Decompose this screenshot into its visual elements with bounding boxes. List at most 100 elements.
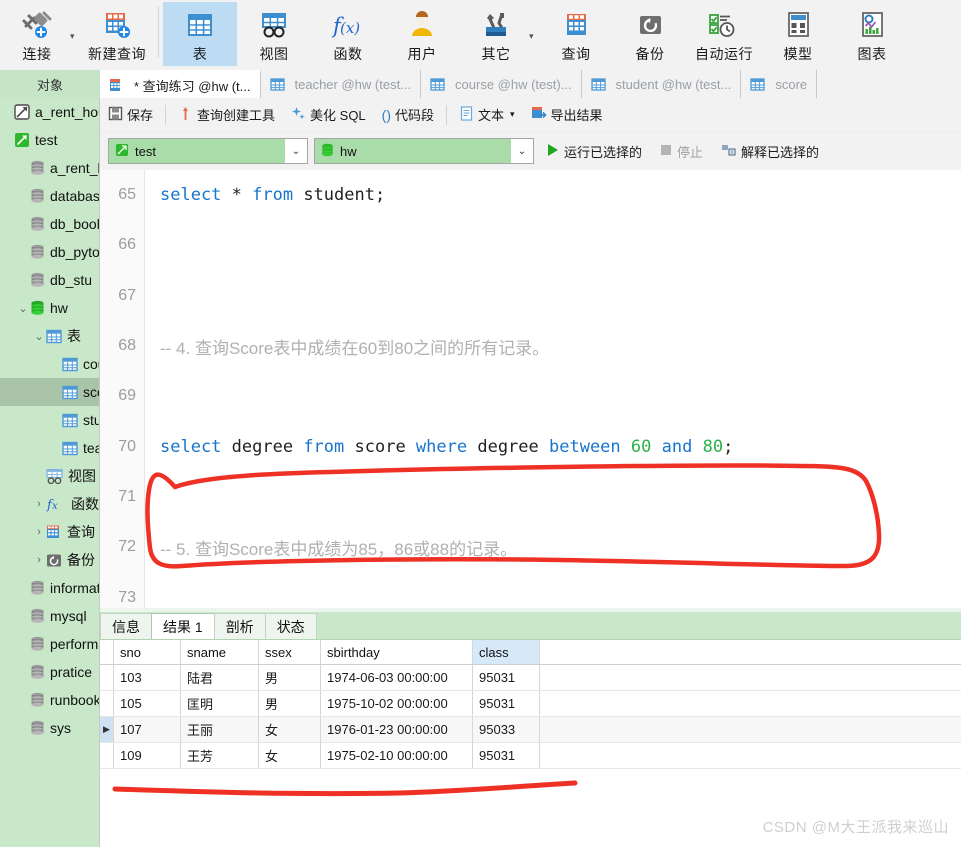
code-line-text[interactable]: select * from student; <box>144 185 385 205</box>
explain-selected-button[interactable]: 解释已选择的 <box>715 142 825 161</box>
table-cell[interactable]: 109 <box>114 743 181 768</box>
tree-item-db_pyto[interactable]: db_pyto <box>0 238 100 266</box>
chevron-right-icon[interactable]: › <box>32 526 46 538</box>
sql-code-editor[interactable]: 65 select * from student; 66 67 68 -- 4. 查询Sc… <box>100 170 961 612</box>
table-cell[interactable]: 95031 <box>473 743 540 768</box>
beautify-sql-button[interactable]: 美化 SQL <box>283 102 374 128</box>
ribbon-button-user[interactable]: 用户 <box>385 2 459 66</box>
tree-item-mysql[interactable]: mysql <box>0 602 100 630</box>
column-header-sno[interactable]: sno <box>114 640 181 664</box>
chevron-right-icon[interactable]: › <box>32 554 46 566</box>
result-grid[interactable]: sno sname ssex sbirthday class 103 陆君男 1974-06… <box>100 640 961 769</box>
object-tree-sidebar[interactable]: a_rent_hou test a_rent_h databas db_bool db_p… <box>0 98 100 847</box>
tree-item-db_stu[interactable]: db_stu <box>0 266 100 294</box>
ribbon-button-function[interactable]: f (x) 函数 <box>311 2 385 66</box>
code-line-text[interactable]: select degree from score where degree be… <box>144 437 733 457</box>
tree-item--[interactable]: › f x 函数 <box>0 490 100 518</box>
ribbon-button-connection[interactable]: 连接 <box>0 2 74 66</box>
other-dropdown-caret-icon[interactable]: ▾ <box>529 31 539 68</box>
tree-item--[interactable]: ⌄ 表 <box>0 322 100 350</box>
ribbon-button-view[interactable]: 视图 <box>237 2 311 66</box>
table-cell[interactable]: 1975-10-02 00:00:00 <box>321 691 473 716</box>
ribbon-button-automation[interactable]: 自动运行 <box>687 2 761 66</box>
table-cell[interactable]: 107 <box>114 717 181 742</box>
column-header-class[interactable]: class <box>473 640 540 664</box>
tree-item-cou[interactable]: cou <box>0 350 100 378</box>
code-line[interactable]: 73 <box>100 572 961 612</box>
text-mode-button[interactable]: 文本 ▾ <box>451 102 523 128</box>
connection-select[interactable]: test ⌄ <box>108 138 308 164</box>
table-row[interactable]: 103 陆君男 1974-06-03 00:00:00 95031 <box>100 665 961 691</box>
result-tab[interactable]: 结果 1 <box>151 613 215 639</box>
code-line[interactable]: 67 <box>100 271 961 321</box>
database-select[interactable]: hw ⌄ <box>314 138 534 164</box>
table-cell[interactable]: 王丽 <box>181 717 259 742</box>
code-line[interactable]: 71 <box>100 472 961 522</box>
result-tab[interactable]: 剖析 <box>213 613 266 639</box>
query-builder-button[interactable]: 查询创建工具 <box>170 102 283 128</box>
ribbon-button-new-query[interactable]: 新建查询 <box>80 2 154 66</box>
run-selected-button[interactable]: 运行已选择的 <box>540 142 648 161</box>
ribbon-button-table[interactable]: 表 <box>163 2 237 66</box>
tree-item-test[interactable]: test <box>0 126 100 154</box>
database-caret-icon[interactable]: ⌄ <box>511 146 533 157</box>
tree-item--[interactable]: › 查询 <box>0 518 100 546</box>
tree-item-sys[interactable]: sys <box>0 714 100 742</box>
table-cell[interactable]: 103 <box>114 665 181 690</box>
result-tab[interactable]: 状态 <box>264 613 317 639</box>
document-tab[interactable]: course @hw (test)... <box>421 70 582 98</box>
object-pane-tab[interactable]: 对象 <box>0 70 100 98</box>
connection-dropdown-caret-icon[interactable]: ▾ <box>70 31 80 68</box>
snippet-button[interactable]: () 代码段 <box>374 102 442 128</box>
tree-item--[interactable]: 视图 <box>0 462 100 490</box>
table-cell[interactable]: 王芳 <box>181 743 259 768</box>
ribbon-button-other[interactable]: 其它 <box>459 2 533 66</box>
document-tab[interactable]: teacher @hw (test... <box>260 70 422 98</box>
code-line[interactable]: 70 select degree from score where degree … <box>100 421 961 471</box>
table-row[interactable]: 105 匡明男 1975-10-02 00:00:00 95031 <box>100 691 961 717</box>
tree-item-stu[interactable]: stu <box>0 406 100 434</box>
save-button[interactable]: 保存 <box>100 102 161 128</box>
ribbon-button-backup[interactable]: 备份 <box>613 2 687 66</box>
tree-item-runbook[interactable]: runbook <box>0 686 100 714</box>
ribbon-button-query[interactable]: 查询 <box>539 2 613 66</box>
tree-item-sco[interactable]: sco <box>0 378 100 406</box>
table-cell[interactable]: 105 <box>114 691 181 716</box>
chevron-right-icon[interactable]: › <box>32 498 46 510</box>
tree-item-databas[interactable]: databas <box>0 182 100 210</box>
code-area[interactable]: 65 select * from student; 66 67 68 -- 4. 查询Sc… <box>100 170 961 612</box>
tree-item-tea[interactable]: tea <box>0 434 100 462</box>
tree-item-a_rent_hou[interactable]: a_rent_hou <box>0 98 100 126</box>
chevron-down-icon[interactable]: ⌄ <box>16 302 30 315</box>
table-cell[interactable]: 男 <box>259 665 321 690</box>
code-line[interactable]: 68 -- 4. 查询Score表中成绩在60到80之间的所有记录。 <box>100 321 961 371</box>
table-cell[interactable]: 男 <box>259 691 321 716</box>
code-line[interactable]: 69 <box>100 371 961 421</box>
table-cell[interactable]: 95033 <box>473 717 540 742</box>
tree-item-hw[interactable]: ⌄ hw <box>0 294 100 322</box>
table-cell[interactable]: 1974-06-03 00:00:00 <box>321 665 473 690</box>
column-header-ssex[interactable]: ssex <box>259 640 321 664</box>
document-tab[interactable]: * 查询练习 @hw (t... <box>100 70 261 98</box>
text-dropdown-caret-icon[interactable]: ▾ <box>510 109 515 120</box>
tree-item--[interactable]: › 备份 <box>0 546 100 574</box>
ribbon-button-chart[interactable]: 图表 <box>835 2 909 66</box>
table-cell[interactable]: 陆君 <box>181 665 259 690</box>
tree-item-db_bool[interactable]: db_bool <box>0 210 100 238</box>
table-row[interactable]: ▶ 107 王丽女 1976-01-23 00:00:00 95033 <box>100 717 961 743</box>
table-row[interactable]: 109 王芳女 1975-02-10 00:00:00 95031 <box>100 743 961 769</box>
code-line[interactable]: 72 -- 5. 查询Score表中成绩为85，86或88的记录。 <box>100 522 961 572</box>
export-result-button[interactable]: 导出结果 <box>523 102 611 128</box>
column-header-sbirthday[interactable]: sbirthday <box>321 640 473 664</box>
stop-button[interactable]: 停止 <box>654 142 709 161</box>
table-cell[interactable]: 女 <box>259 743 321 768</box>
tree-item-a_rent_h[interactable]: a_rent_h <box>0 154 100 182</box>
tree-item-perform[interactable]: perform <box>0 630 100 658</box>
table-cell[interactable]: 95031 <box>473 691 540 716</box>
document-tab[interactable]: score <box>741 70 818 98</box>
table-cell[interactable]: 1976-01-23 00:00:00 <box>321 717 473 742</box>
table-cell[interactable]: 女 <box>259 717 321 742</box>
result-grid-body[interactable]: 103 陆君男 1974-06-03 00:00:00 95031 105 匡明男 1975… <box>100 665 961 769</box>
document-tab[interactable]: student @hw (test... <box>581 70 742 98</box>
tree-item-pratice[interactable]: pratice <box>0 658 100 686</box>
